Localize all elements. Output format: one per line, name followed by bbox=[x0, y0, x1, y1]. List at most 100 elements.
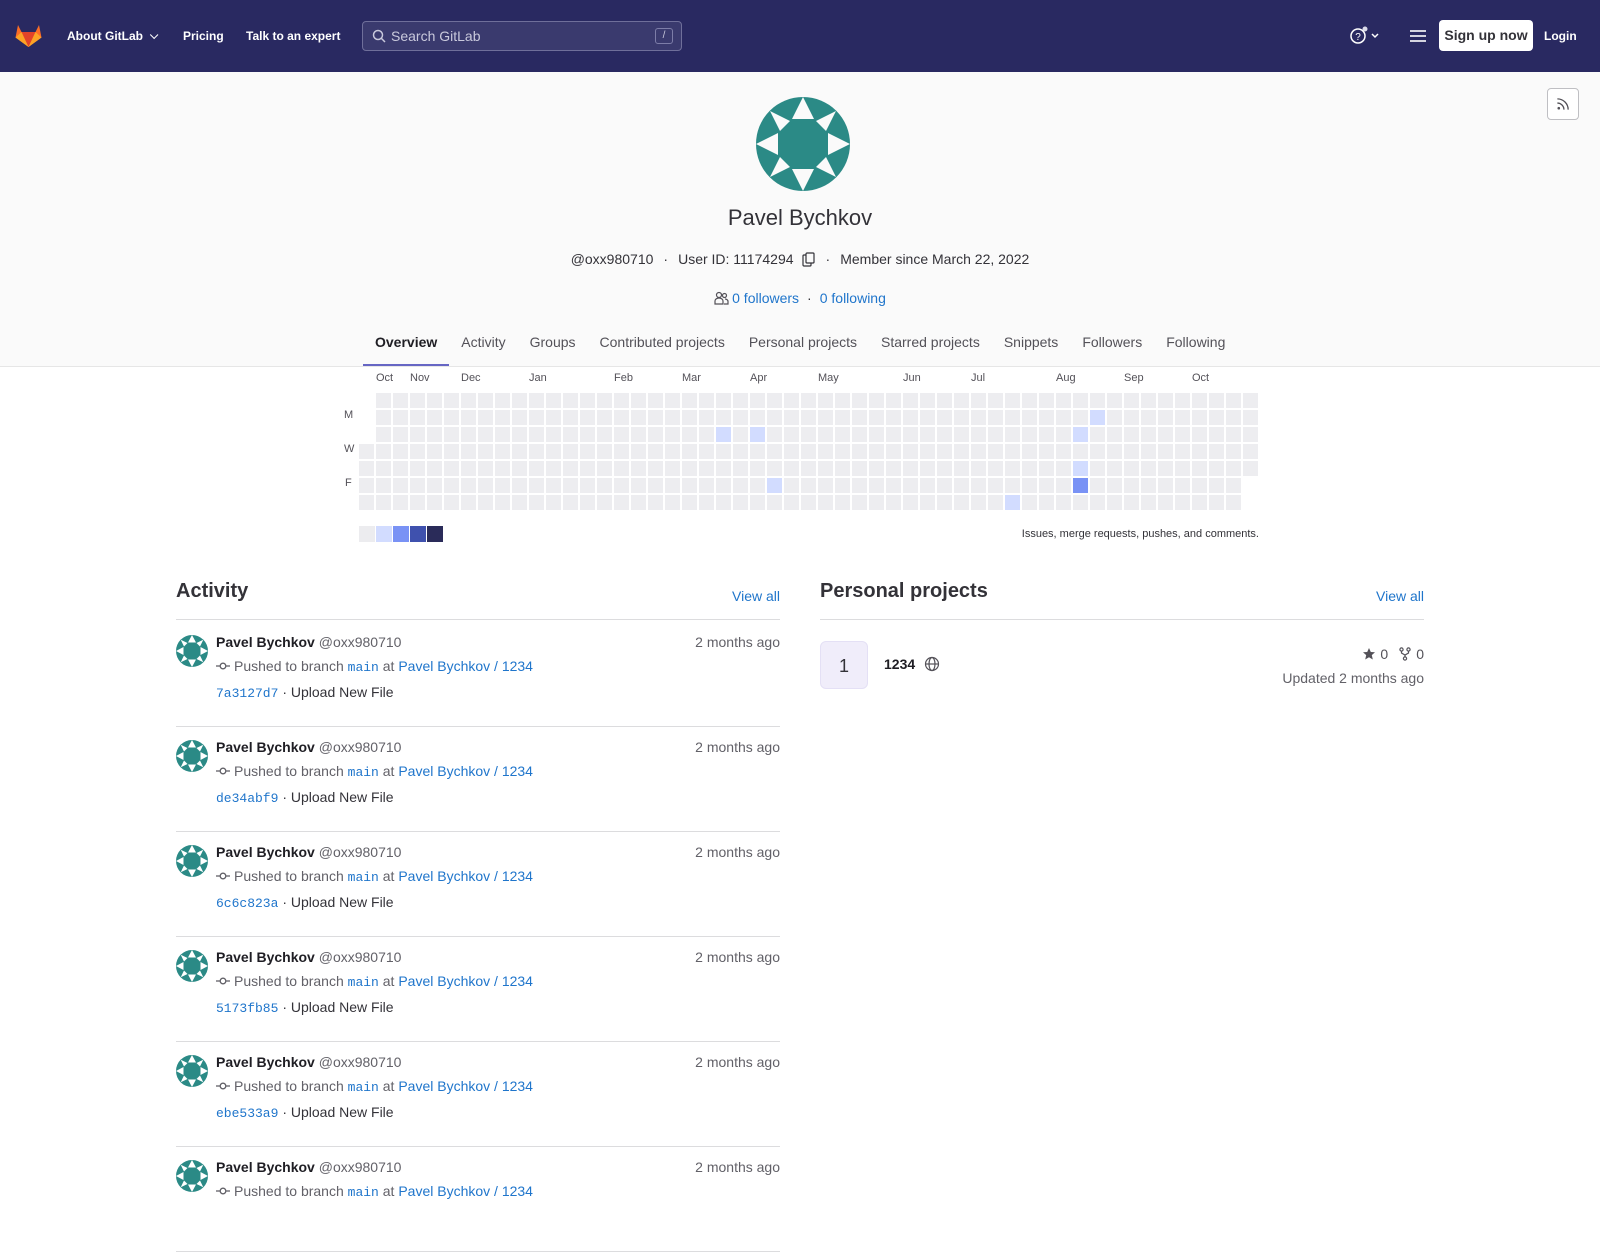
calendar-day-cell[interactable] bbox=[903, 393, 918, 408]
calendar-day-cell[interactable] bbox=[563, 444, 578, 459]
event-author-name[interactable]: Pavel Bychkov bbox=[216, 1159, 315, 1175]
calendar-day-cell[interactable] bbox=[614, 410, 629, 425]
calendar-day-cell[interactable] bbox=[1209, 444, 1224, 459]
calendar-day-cell[interactable] bbox=[1090, 478, 1105, 493]
calendar-day-cell[interactable] bbox=[1056, 461, 1071, 476]
calendar-day-cell[interactable] bbox=[1243, 427, 1258, 442]
calendar-day-cell[interactable] bbox=[699, 444, 714, 459]
calendar-day-cell[interactable] bbox=[1141, 427, 1156, 442]
calendar-day-cell[interactable] bbox=[1056, 393, 1071, 408]
calendar-day-cell[interactable] bbox=[1022, 393, 1037, 408]
calendar-day-cell[interactable] bbox=[410, 393, 425, 408]
calendar-day-cell[interactable] bbox=[886, 478, 901, 493]
calendar-day-cell[interactable] bbox=[546, 410, 561, 425]
calendar-day-cell[interactable] bbox=[1175, 461, 1190, 476]
calendar-day-cell[interactable] bbox=[393, 495, 408, 510]
calendar-day-cell[interactable] bbox=[869, 461, 884, 476]
activity-view-all-link[interactable]: View all bbox=[732, 588, 780, 604]
calendar-day-cell[interactable] bbox=[1192, 444, 1207, 459]
calendar-day-cell[interactable] bbox=[461, 495, 476, 510]
calendar-day-cell[interactable] bbox=[1192, 495, 1207, 510]
calendar-day-cell[interactable] bbox=[784, 461, 799, 476]
calendar-day-cell[interactable] bbox=[410, 444, 425, 459]
tab-overview[interactable]: Overview bbox=[363, 326, 450, 366]
calendar-day-cell[interactable] bbox=[665, 495, 680, 510]
calendar-day-cell[interactable] bbox=[427, 427, 442, 442]
calendar-day-cell[interactable] bbox=[869, 478, 884, 493]
calendar-day-cell[interactable] bbox=[767, 495, 782, 510]
calendar-day-cell[interactable] bbox=[920, 410, 935, 425]
calendar-day-cell[interactable] bbox=[1090, 444, 1105, 459]
user-avatar-small[interactable] bbox=[176, 845, 208, 877]
calendar-day-cell[interactable] bbox=[852, 478, 867, 493]
calendar-day-cell[interactable] bbox=[988, 444, 1003, 459]
calendar-day-cell[interactable] bbox=[1073, 495, 1088, 510]
calendar-day-cell[interactable] bbox=[784, 427, 799, 442]
calendar-day-cell[interactable] bbox=[580, 478, 595, 493]
calendar-day-cell[interactable] bbox=[1073, 393, 1088, 408]
calendar-day-cell[interactable] bbox=[478, 444, 493, 459]
calendar-day-cell[interactable] bbox=[461, 478, 476, 493]
calendar-day-cell[interactable] bbox=[920, 444, 935, 459]
calendar-day-cell[interactable] bbox=[512, 427, 527, 442]
calendar-day-cell[interactable] bbox=[937, 495, 952, 510]
calendar-day-cell[interactable] bbox=[920, 427, 935, 442]
calendar-day-cell[interactable] bbox=[1209, 495, 1224, 510]
calendar-day-cell[interactable] bbox=[818, 495, 833, 510]
calendar-day-cell[interactable] bbox=[580, 427, 595, 442]
calendar-day-cell[interactable] bbox=[461, 393, 476, 408]
calendar-day-cell[interactable] bbox=[971, 427, 986, 442]
calendar-day-cell[interactable] bbox=[750, 444, 765, 459]
calendar-day-cell[interactable] bbox=[886, 393, 901, 408]
calendar-day-cell[interactable] bbox=[512, 461, 527, 476]
calendar-day-cell[interactable] bbox=[648, 427, 663, 442]
pricing-link[interactable]: Pricing bbox=[183, 0, 224, 72]
calendar-day-cell[interactable] bbox=[937, 393, 952, 408]
calendar-day-cell[interactable] bbox=[427, 495, 442, 510]
calendar-day-cell[interactable] bbox=[784, 444, 799, 459]
calendar-day-cell[interactable] bbox=[1090, 461, 1105, 476]
calendar-day-cell[interactable] bbox=[512, 393, 527, 408]
calendar-day-cell[interactable] bbox=[733, 495, 748, 510]
calendar-day-cell[interactable] bbox=[512, 444, 527, 459]
calendar-day-cell[interactable] bbox=[988, 410, 1003, 425]
calendar-day-cell[interactable] bbox=[835, 427, 850, 442]
calendar-day-cell[interactable] bbox=[665, 478, 680, 493]
calendar-day-cell[interactable] bbox=[614, 495, 629, 510]
calendar-day-cell[interactable] bbox=[1107, 410, 1122, 425]
calendar-day-cell[interactable] bbox=[648, 444, 663, 459]
calendar-day-cell[interactable] bbox=[529, 495, 544, 510]
calendar-day-cell[interactable] bbox=[1022, 410, 1037, 425]
calendar-day-cell[interactable] bbox=[393, 444, 408, 459]
calendar-day-cell[interactable] bbox=[648, 495, 663, 510]
calendar-day-cell[interactable] bbox=[733, 461, 748, 476]
calendar-day-cell[interactable] bbox=[631, 427, 646, 442]
commit-sha-link[interactable]: 6c6c823a bbox=[216, 896, 278, 911]
calendar-day-cell[interactable] bbox=[359, 495, 374, 510]
calendar-day-cell[interactable] bbox=[529, 444, 544, 459]
calendar-day-cell[interactable] bbox=[410, 410, 425, 425]
calendar-day-cell[interactable] bbox=[937, 410, 952, 425]
calendar-day-cell[interactable] bbox=[1022, 478, 1037, 493]
commit-sha-link[interactable]: de34abf9 bbox=[216, 791, 278, 806]
calendar-day-cell[interactable] bbox=[1209, 427, 1224, 442]
calendar-day-cell[interactable] bbox=[920, 478, 935, 493]
calendar-day-cell[interactable] bbox=[546, 444, 561, 459]
fork-count[interactable]: 0 bbox=[1416, 646, 1424, 662]
calendar-day-cell[interactable] bbox=[971, 393, 986, 408]
calendar-day-cell[interactable] bbox=[410, 495, 425, 510]
calendar-day-cell[interactable] bbox=[954, 478, 969, 493]
calendar-day-cell[interactable] bbox=[886, 461, 901, 476]
calendar-day-cell[interactable] bbox=[801, 478, 816, 493]
calendar-day-cell[interactable] bbox=[835, 410, 850, 425]
calendar-day-cell[interactable] bbox=[835, 461, 850, 476]
calendar-day-cell[interactable] bbox=[614, 461, 629, 476]
calendar-day-cell[interactable] bbox=[852, 410, 867, 425]
calendar-day-cell[interactable] bbox=[1158, 410, 1173, 425]
calendar-day-cell[interactable] bbox=[1039, 427, 1054, 442]
calendar-day-cell[interactable] bbox=[597, 393, 612, 408]
calendar-day-cell[interactable] bbox=[648, 410, 663, 425]
calendar-day-cell[interactable] bbox=[427, 478, 442, 493]
calendar-day-cell[interactable] bbox=[495, 427, 510, 442]
branch-name[interactable]: main bbox=[348, 765, 379, 780]
